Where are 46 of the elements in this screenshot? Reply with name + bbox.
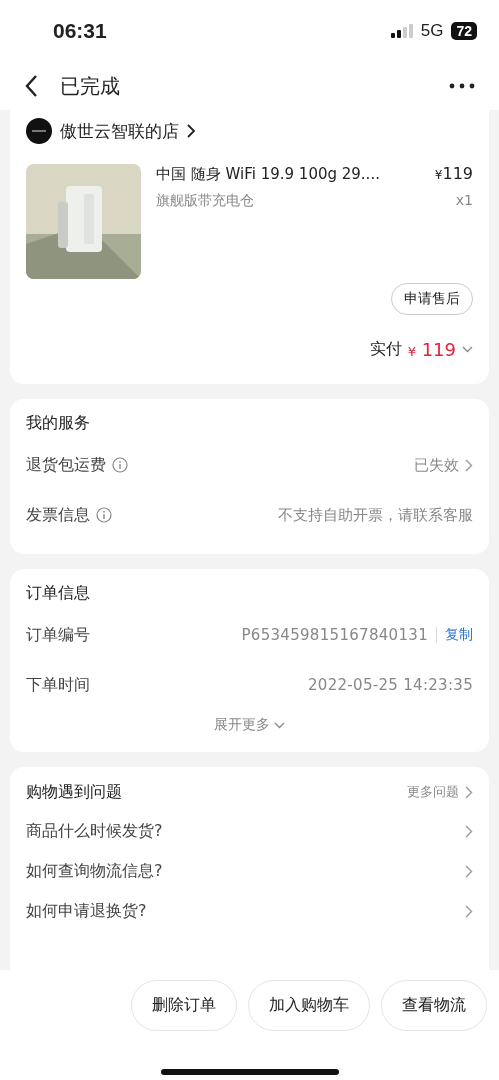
product-title[interactable]: 中国 随身 WiFi 19.9 100g 29.... — [156, 165, 380, 184]
chevron-down-icon[interactable] — [274, 721, 285, 729]
service-value: 不支持自助开票，请联系客服 — [278, 505, 473, 525]
action-button[interactable]: 加入购物车 — [248, 980, 370, 1031]
service-label: 发票信息 — [26, 504, 90, 526]
page-title: 已完成 — [60, 72, 120, 100]
chevron-down-icon[interactable] — [462, 346, 473, 353]
chevron-icon[interactable] — [465, 785, 473, 799]
question-link[interactable]: 如何查询物流信息? — [26, 860, 163, 882]
chevron-icon — [187, 124, 196, 138]
paid-label: 实付 — [369, 339, 402, 360]
info-icon[interactable] — [96, 507, 112, 523]
question-link[interactable]: 如何申请退换货? — [26, 900, 147, 922]
product-variant: 旗舰版带充电仓 — [156, 192, 254, 210]
back-icon[interactable] — [24, 74, 38, 98]
chevron-icon[interactable] — [465, 824, 473, 838]
shop-logo-icon — [26, 118, 52, 144]
expand-more-link[interactable]: 展开更多 — [214, 716, 270, 734]
service-label: 退货包运费 — [26, 454, 106, 476]
action-button[interactable]: 查看物流 — [381, 980, 487, 1031]
status-time: 06:31 — [53, 19, 107, 43]
section-title: 我的服务 — [26, 413, 91, 434]
more-questions-link[interactable]: 更多问题 — [407, 783, 459, 801]
info-icon[interactable] — [112, 457, 128, 473]
paid-amount: ¥ 119 — [407, 339, 456, 360]
signal-icon — [390, 24, 413, 38]
chevron-icon[interactable] — [465, 458, 473, 472]
network-label: 5G — [420, 21, 444, 41]
chevron-icon[interactable] — [465, 904, 473, 918]
action-button[interactable]: 删除订单 — [131, 980, 237, 1031]
info-value: 2022-05-25 14:23:35 — [308, 676, 473, 694]
section-title: 购物遇到问题 — [26, 781, 122, 803]
chevron-icon[interactable] — [465, 864, 473, 878]
battery-level: 72 — [451, 22, 477, 40]
more-icon[interactable] — [449, 83, 475, 89]
product-price: ¥119 — [434, 164, 473, 183]
product-quantity: x1 — [455, 192, 473, 208]
section-title: 订单信息 — [26, 583, 91, 604]
shop-name[interactable]: 傲世云智联的店 — [60, 119, 179, 143]
question-link[interactable]: 商品什么时候发货? — [26, 820, 163, 842]
info-label: 下单时间 — [26, 674, 90, 696]
after-sale-button[interactable]: 申请售后 — [391, 283, 473, 315]
copy-link[interactable]: 复制 — [445, 626, 473, 644]
service-value: 已失效 — [414, 455, 459, 475]
info-label: 订单编号 — [26, 624, 90, 646]
info-value: P653459815167840131 — [241, 626, 428, 644]
